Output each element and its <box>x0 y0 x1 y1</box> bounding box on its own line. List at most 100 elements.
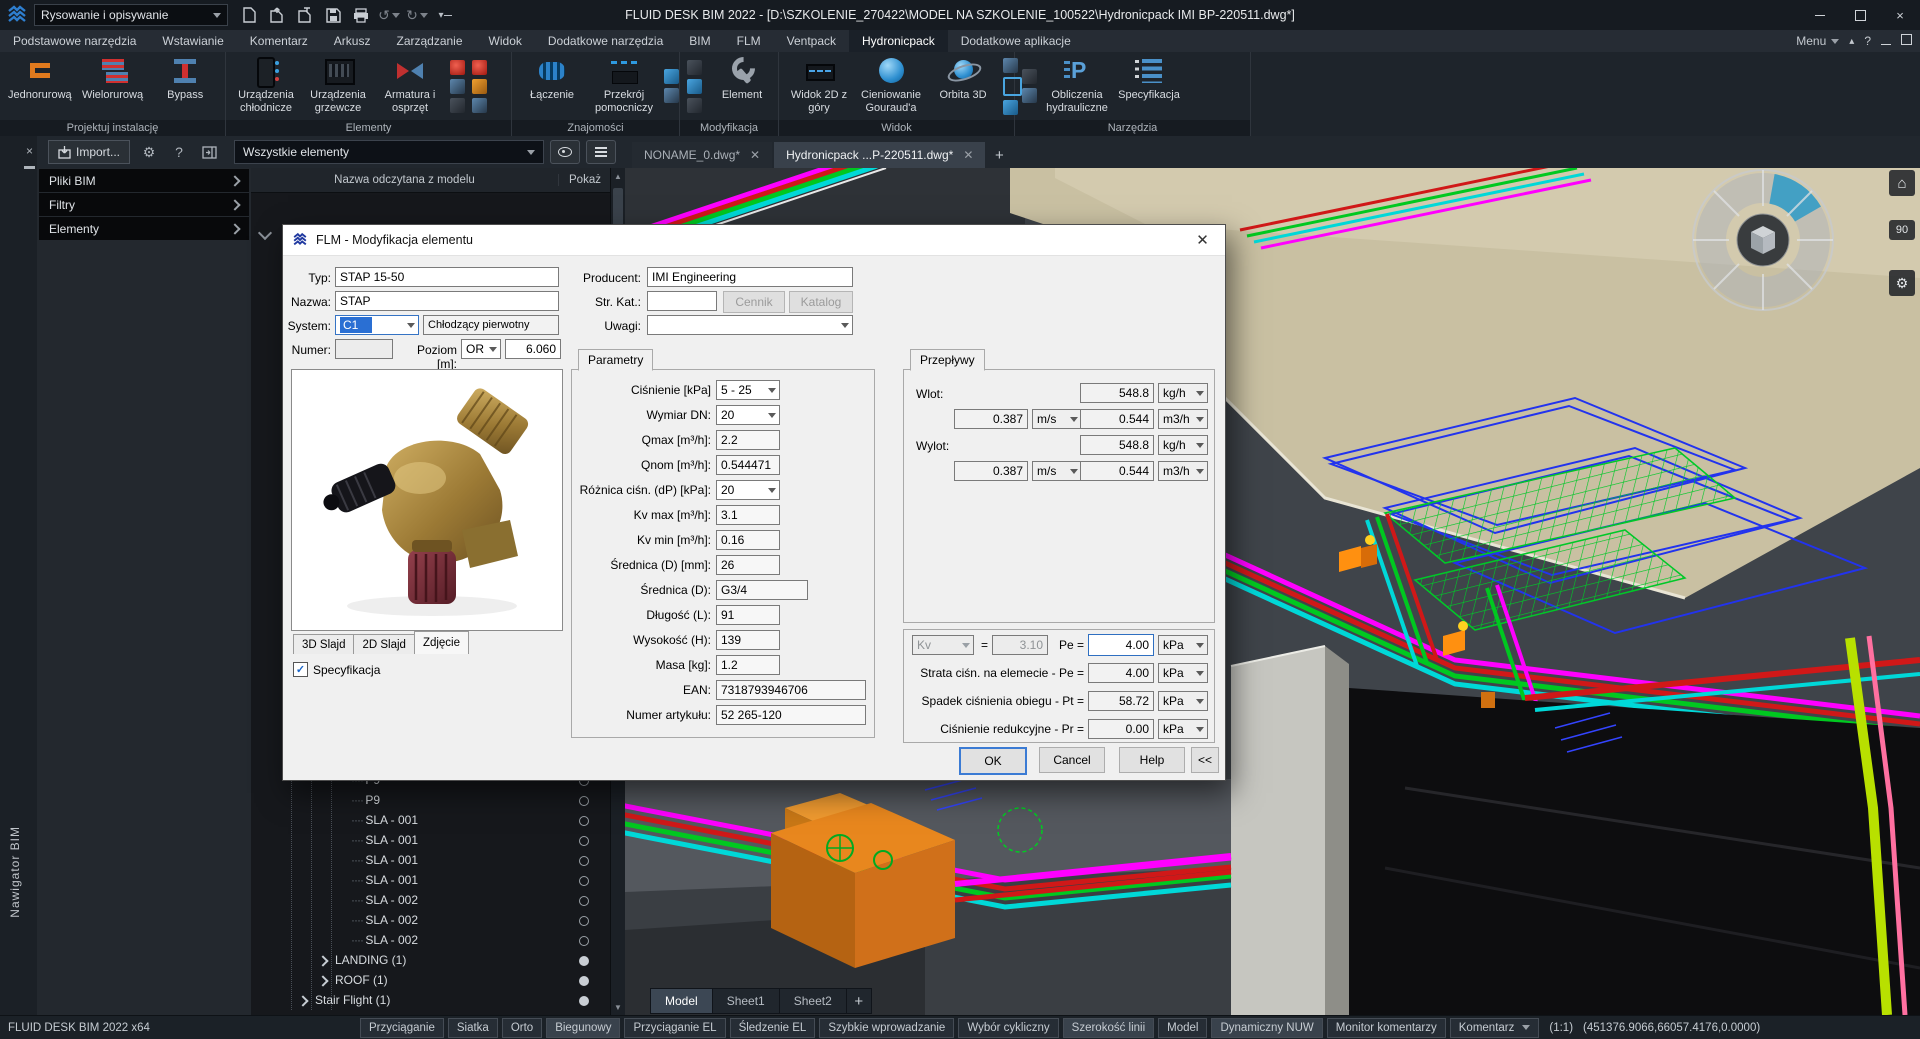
ribbon-button[interactable]: Urządzenia chłodnicze <box>230 54 302 118</box>
status-toggle-button[interactable]: Przyciąganie EL <box>624 1018 725 1038</box>
status-toggle-button[interactable]: Orto <box>502 1018 542 1038</box>
poziom-value-field[interactable]: 6.060 <box>505 339 561 359</box>
numer-field[interactable] <box>335 339 393 359</box>
parameter-field[interactable]: 3.1 <box>716 505 780 525</box>
list-options-button[interactable] <box>586 140 616 164</box>
wlot-flow-unit-dropdown[interactable]: kg/h <box>1158 383 1208 403</box>
tree-name-column-header[interactable]: Nazwa odczytana z modelu <box>251 174 558 186</box>
close-tab-icon[interactable]: ✕ <box>963 148 973 162</box>
navigation-wheel[interactable] <box>1691 168 1835 312</box>
wylot-velocity-field[interactable]: 0.387 <box>954 461 1028 481</box>
visibility-dot[interactable] <box>579 936 589 946</box>
parameter-field[interactable]: 5 - 25 <box>716 380 780 400</box>
pe-field[interactable]: 4.00 <box>1088 634 1154 656</box>
uwagi-dropdown[interactable] <box>647 315 853 335</box>
scroll-down-icon[interactable]: ▼ <box>611 999 625 1015</box>
redukcyjne-field[interactable]: 0.00 <box>1088 719 1154 739</box>
tree-item[interactable]: SLA - 002 <box>251 890 611 910</box>
kv-dropdown[interactable]: Kv <box>912 635 974 655</box>
cennik-button[interactable]: Cennik <box>723 291 785 313</box>
ribbon-mini-icon[interactable] <box>450 98 465 113</box>
chevron-expand-icon[interactable] <box>317 975 328 986</box>
accordion-item[interactable]: Filtry <box>39 193 249 216</box>
ribbon-mini-icon[interactable] <box>450 79 465 94</box>
menu-dropdown[interactable]: Menu <box>1796 34 1839 48</box>
ribbon-button[interactable]: Wielorurową <box>77 54 149 118</box>
ribbon-tab[interactable]: Wstawianie <box>149 30 236 52</box>
wlot-volume-field[interactable]: 0.544 <box>1080 409 1154 429</box>
visibility-dot[interactable] <box>579 916 589 926</box>
undo-icon[interactable]: ↺ <box>380 6 398 24</box>
maximize-button[interactable] <box>1840 0 1880 30</box>
panel-toggle-icon[interactable] <box>198 141 220 163</box>
wylot-flow-unit-dropdown[interactable]: kg/h <box>1158 435 1208 455</box>
pin-ribbon-icon[interactable]: ▴ <box>1849 36 1854 47</box>
slide-tab[interactable]: Zdjęcie <box>414 631 469 654</box>
ribbon-tab[interactable]: FLM <box>724 30 774 52</box>
wlot-flow-field[interactable]: 548.8 <box>1080 383 1154 403</box>
print-icon[interactable] <box>352 6 370 24</box>
spadek-field[interactable]: 58.72 <box>1088 691 1154 711</box>
help-button[interactable]: Help <box>1119 747 1185 773</box>
dialog-close-icon[interactable]: ✕ <box>1180 225 1225 255</box>
workspace-dropdown[interactable]: Rysowanie i opisywanie <box>34 4 228 26</box>
ribbon-mini-icon[interactable] <box>1022 88 1037 103</box>
system-desc-field[interactable]: Chłodzący pierwotny <box>423 315 559 335</box>
status-toggle-button[interactable]: Przyciąganie <box>360 1018 444 1038</box>
ribbon-mini-icon[interactable] <box>472 98 487 113</box>
strata-unit-dropdown[interactable]: kPa <box>1158 663 1208 683</box>
ribbon-button[interactable]: Łączenie <box>516 54 588 118</box>
visibility-dot[interactable] <box>579 816 589 826</box>
ribbon-button[interactable]: Element <box>706 54 778 118</box>
spadek-unit-dropdown[interactable]: kPa <box>1158 691 1208 711</box>
parameter-field[interactable]: 2.2 <box>716 430 780 450</box>
status-toggle-button[interactable]: Siatka <box>448 1018 498 1038</box>
visibility-dot[interactable] <box>579 976 589 986</box>
tree-item[interactable]: P9 <box>251 790 611 810</box>
ribbon-mini-icon[interactable] <box>472 60 487 75</box>
customize-quick-access-icon[interactable]: ▾ <box>436 6 454 24</box>
view-angle-value[interactable]: 90 <box>1889 220 1915 240</box>
tree-item[interactable]: Stair Flight (1) <box>251 990 611 1010</box>
status-toggle-button[interactable]: Model <box>1158 1018 1207 1038</box>
ribbon-button[interactable]: Widok 2D z góry <box>783 54 855 118</box>
ribbon-mini-icon[interactable] <box>450 60 465 75</box>
visibility-dot[interactable] <box>579 956 589 966</box>
ribbon-tab[interactable]: Podstawowe narzędzia <box>0 30 149 52</box>
slide-tab[interactable]: 2D Slajd <box>353 634 414 654</box>
status-toggle-button[interactable]: Wybór cykliczny <box>958 1018 1058 1038</box>
ribbon-button[interactable]: Przekrój pomocniczy <box>588 54 660 118</box>
tree-item[interactable]: SLA - 001 <box>251 810 611 830</box>
katalog-button[interactable]: Katalog <box>789 291 853 313</box>
ribbon-tab[interactable]: BIM <box>676 30 723 52</box>
ribbon-button[interactable]: Obliczenia hydrauliczne <box>1041 54 1113 118</box>
panel-restore-icon[interactable] <box>1901 34 1912 48</box>
layout-tab[interactable]: Sheet2 <box>780 989 847 1013</box>
kv-value-field[interactable]: 3.10 <box>992 635 1048 655</box>
close-panel-icon[interactable]: × <box>26 144 33 158</box>
tree-item[interactable]: SLA - 001 <box>251 870 611 890</box>
ribbon-tab[interactable]: Widok <box>476 30 535 52</box>
status-toggle-button[interactable]: Śledzenie EL <box>730 1018 816 1038</box>
tree-item[interactable]: SLA - 002 <box>251 930 611 950</box>
parameter-field[interactable]: 26 <box>716 555 780 575</box>
viewport-settings-gear-icon[interactable]: ⚙ <box>1889 270 1915 296</box>
tree-collapse-icon[interactable] <box>258 226 272 240</box>
visibility-dot[interactable] <box>579 996 589 1006</box>
chevron-expand-icon[interactable] <box>297 995 308 1006</box>
layout-tab[interactable]: Model <box>651 989 713 1013</box>
status-toggle-button[interactable]: Szybkie wprowadzanie <box>819 1018 954 1038</box>
wlot-velocity-unit-dropdown[interactable]: m/s <box>1032 409 1082 429</box>
ribbon-tab[interactable]: Dodatkowe narzędzia <box>535 30 676 52</box>
parameter-field[interactable]: 20 <box>716 480 780 500</box>
ribbon-button[interactable]: Cieniowanie Gouraud'a <box>855 54 927 118</box>
home-view-icon[interactable]: ⌂ <box>1889 170 1915 196</box>
visibility-dot[interactable] <box>579 836 589 846</box>
wlot-velocity-field[interactable]: 0.387 <box>954 409 1028 429</box>
drawing-tab[interactable]: NONAME_0.dwg* ✕ <box>632 142 772 168</box>
close-tab-icon[interactable]: ✕ <box>750 148 760 162</box>
ribbon-tab[interactable]: Arkusz <box>321 30 384 52</box>
slide-tab[interactable]: 3D Slajd <box>293 634 354 654</box>
visibility-dot[interactable] <box>579 796 589 806</box>
tree-item[interactable]: ROOF (1) <box>251 970 611 990</box>
